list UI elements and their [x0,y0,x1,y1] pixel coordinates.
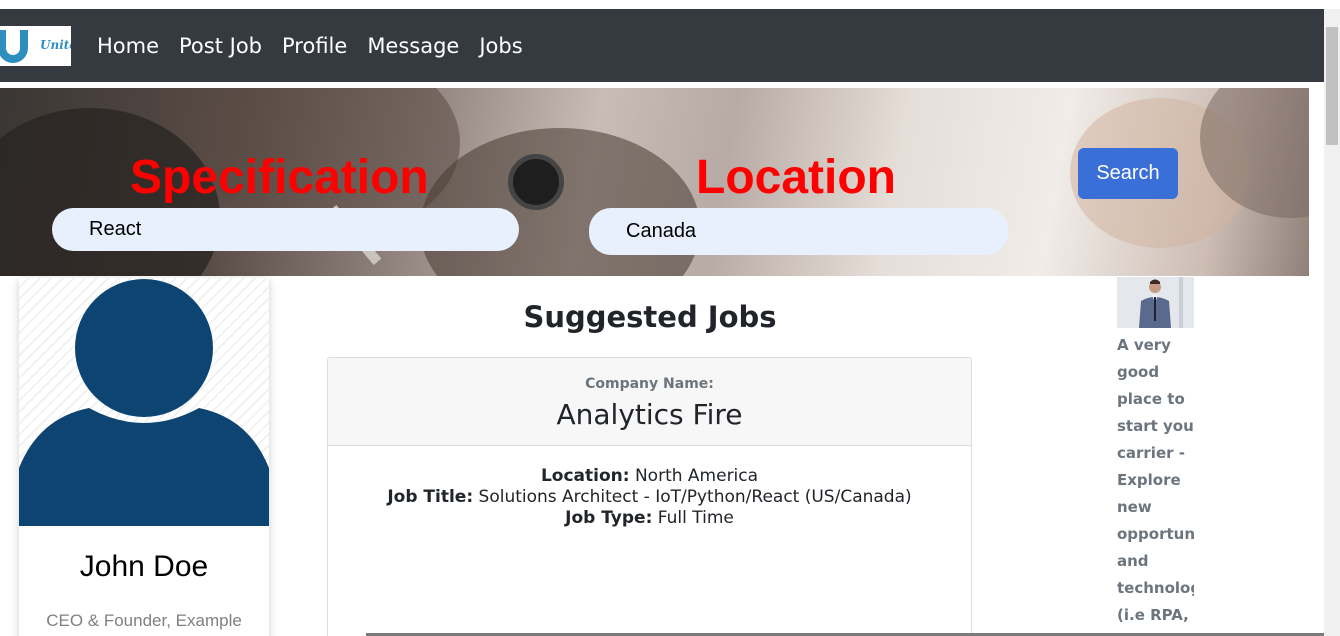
specification-input[interactable]: React [52,208,519,251]
ad-line: good [1117,363,1160,381]
suggested-jobs-title: Suggested Jobs [523,300,777,334]
company-name: Analytics Fire [556,398,743,431]
location-input[interactable]: Canada [589,208,1008,255]
job-location-row: Location: North America [328,466,971,487]
logo-text: Unite [40,38,71,52]
vertical-scrollbar[interactable] [1324,9,1340,636]
location-heading: Location [696,151,896,204]
top-strip [0,0,1340,9]
job-title-label: Job Title: [387,487,474,507]
job-title-row: Job Title: Solutions Architect - IoT/Pyt… [328,487,971,508]
logo-u-icon [0,30,28,63]
page: Unite Home Post Job Profile Message Jobs… [0,0,1340,636]
ad-line: new [1117,498,1152,516]
specification-heading: Specification [130,151,429,204]
navbar: Unite Home Post Job Profile Message Jobs [0,9,1324,82]
profile-title: CEO & Founder, Example [46,611,242,630]
user-avatar-icon [19,279,269,526]
job-type-row: Job Type: Full Time [328,508,971,529]
job-card[interactable]: Company Name: Analytics Fire Location: N… [327,357,972,636]
nav-link-post-job[interactable]: Post Job [179,31,262,61]
ad-line: opportuni [1117,525,1194,543]
ad-line: start your [1117,417,1194,435]
company-label: Company Name: [585,376,714,392]
ad-line: and [1117,552,1149,570]
nav-link-jobs[interactable]: Jobs [479,31,522,61]
hero-watch-graphic [508,154,564,210]
search-button[interactable]: Search [1078,148,1178,199]
nav-link-message[interactable]: Message [367,31,459,61]
job-location-value: North America [634,466,759,486]
job-title-value: Solutions Architect - IoT/Python/React (… [478,487,912,507]
job-type-value: Full Time [657,508,734,528]
job-location-label: Location: [540,466,630,486]
ad-line: carrier - [1117,444,1185,462]
nav-link-home[interactable]: Home [97,31,159,61]
ad-person-graphic [1117,277,1194,328]
ad-line: Explore [1117,471,1181,489]
ad-line: (i.e RPA, [1117,606,1189,624]
job-details: Location: North America Job Title: Solut… [328,466,971,529]
search-hero: Specification Location React Canada Sear… [0,88,1309,276]
profile-name: John Doe [79,550,209,583]
profile-avatar [19,278,269,526]
ad-line: A very [1117,336,1171,354]
nav-links: Home Post Job Profile Message Jobs [97,31,523,61]
job-card-header: Company Name: Analytics Fire [328,358,971,446]
ad-text: A very good place to start your carrier … [1117,332,1194,629]
scrollbar-thumb[interactable] [1326,27,1338,145]
profile-card: John Doe CEO & Founder, Example [19,278,269,636]
nav-link-profile[interactable]: Profile [282,31,347,61]
ad-person-image[interactable] [1117,277,1194,328]
logo[interactable]: Unite [0,26,71,66]
ad-line: technologi [1117,579,1194,597]
ad-line: place to [1117,390,1185,408]
job-type-label: Job Type: [565,508,653,528]
